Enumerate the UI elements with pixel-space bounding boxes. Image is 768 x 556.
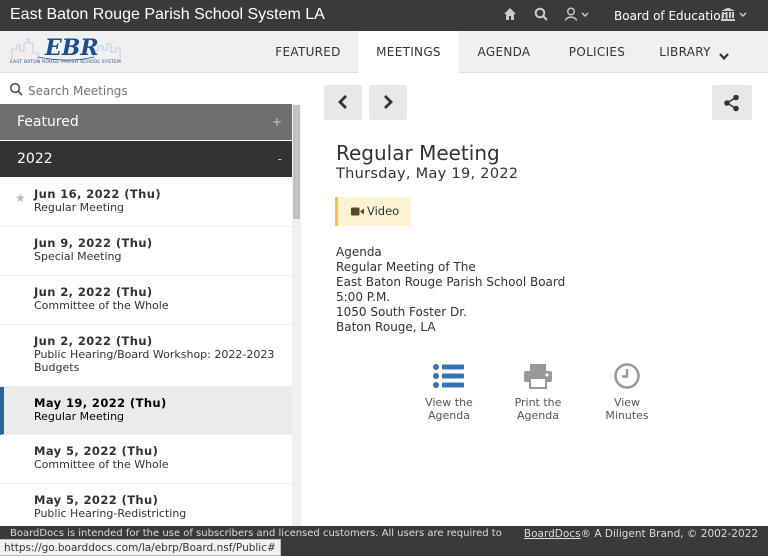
tab-meetings[interactable]: MEETINGS: [358, 31, 459, 73]
main-nav: EBR EAST BATON ROUGE PARISH SCHOOL SYSTE…: [0, 31, 768, 73]
search-bar: [0, 77, 301, 104]
video-label: Video: [367, 204, 400, 218]
search-icon: [9, 82, 23, 96]
top-bar: East Baton Rouge Parish School System LA…: [0, 0, 768, 31]
institution-icon[interactable]: [720, 7, 750, 23]
agenda-line: 5:00 P.M.: [336, 290, 391, 304]
meeting-title: Special Meeting: [34, 250, 122, 263]
list-icon: [433, 364, 464, 388]
copyright-text: ® A Diligent Brand, © 2002-2022: [580, 528, 758, 540]
tab-policies[interactable]: POLICIES: [556, 31, 638, 73]
meeting-date: Jun 2, 2022 (Thu): [34, 285, 153, 299]
clock-icon: [614, 363, 640, 389]
collapse-icon[interactable]: -: [278, 141, 282, 177]
view-agenda-button[interactable]: View the Agenda: [414, 363, 484, 422]
previous-meeting-button[interactable]: [324, 85, 362, 120]
tab-featured[interactable]: FEATURED: [264, 31, 352, 73]
user-menu-icon[interactable]: [564, 7, 592, 23]
share-icon: [724, 94, 739, 112]
meeting-list-item[interactable]: May 5, 2022 (Thu) Public Hearing-Redistr…: [0, 484, 293, 526]
meeting-title-continued: Budgets: [34, 361, 80, 374]
meeting-title: Committee of the Whole: [34, 458, 169, 471]
action-label: Minutes: [605, 409, 649, 422]
district-logo[interactable]: EBR EAST BATON ROUGE PARISH SCHOOL SYSTE…: [8, 35, 132, 69]
video-link[interactable]: Video: [335, 197, 411, 226]
meeting-title: Public Hearing/Board Workshop: 2022-2023: [34, 348, 275, 361]
next-meeting-button[interactable]: [369, 85, 407, 120]
action-label: Agenda: [428, 409, 470, 422]
meeting-title: Regular Meeting: [34, 410, 125, 423]
footer-notice: BoardDocs is intended for the use of sub…: [10, 528, 502, 539]
meeting-date: May 19, 2022 (Thu): [34, 396, 167, 410]
meeting-title: Regular Meeting: [34, 201, 125, 214]
meetings-sidebar: Featured + 2022 - ★ Jun 16, 2022 (Thu) R…: [0, 104, 301, 526]
view-minutes-button[interactable]: View Minutes: [592, 363, 662, 422]
browser-status-url: https://go.boarddocs.com/la/ebrp/Board.n…: [0, 539, 281, 556]
share-button[interactable]: [712, 85, 752, 120]
meeting-date: Jun 2, 2022 (Thu): [34, 334, 153, 348]
home-icon[interactable]: [502, 7, 518, 23]
meeting-list-item[interactable]: Jun 9, 2022 (Thu) Special Meeting: [0, 227, 293, 276]
agenda-line: 1050 South Foster Dr.: [336, 305, 467, 319]
section-label: 2022: [17, 151, 53, 167]
meeting-date: Thursday, May 19, 2022: [336, 166, 519, 182]
section-label: Featured: [17, 114, 79, 130]
meeting-list-item[interactable]: ★ Jun 16, 2022 (Thu) Regular Meeting: [0, 178, 293, 227]
meeting-date: May 5, 2022 (Thu): [34, 493, 159, 507]
footer-copyright: BoardDocs® A Diligent Brand, © 2002-2022: [524, 528, 758, 540]
action-label: View: [613, 396, 641, 409]
print-agenda-button[interactable]: Print the Agenda: [503, 363, 573, 422]
logo-mark: EBR: [45, 35, 99, 61]
meeting-list-item-selected[interactable]: May 19, 2022 (Thu) Regular Meeting: [0, 387, 293, 435]
chevron-down-icon[interactable]: [718, 47, 730, 66]
video-camera-icon: [351, 207, 364, 216]
star-icon: ★: [15, 191, 26, 205]
tab-library[interactable]: LIBRARY: [652, 31, 718, 73]
meeting-date: Jun 16, 2022 (Thu): [34, 187, 161, 201]
printer-icon: [524, 364, 552, 389]
board-selector[interactable]: Board of Education: [614, 9, 728, 23]
meeting-detail: Regular Meeting Thursday, May 19, 2022 V…: [301, 77, 768, 526]
tab-agenda[interactable]: AGENDA: [466, 31, 542, 73]
section-featured[interactable]: Featured +: [0, 104, 293, 140]
agenda-line: East Baton Rouge Parish School Board: [336, 275, 566, 289]
action-label: View the: [425, 396, 473, 409]
meeting-list-item[interactable]: Jun 2, 2022 (Thu) Committee of the Whole: [0, 276, 293, 325]
meeting-title: Regular Meeting: [336, 141, 500, 165]
logo-subtitle: EAST BATON ROUGE PARISH SCHOOL SYSTEM: [10, 60, 121, 65]
agenda-heading: Agenda: [336, 245, 382, 259]
agenda-line: Regular Meeting of The: [336, 260, 476, 274]
expand-icon[interactable]: +: [272, 104, 282, 140]
action-label: Print the: [514, 396, 562, 409]
meeting-list-item[interactable]: Jun 2, 2022 (Thu) Public Hearing/Board W…: [0, 325, 293, 387]
meeting-date: Jun 9, 2022 (Thu): [34, 236, 153, 250]
chevron-left-icon: [338, 95, 347, 109]
section-2022[interactable]: 2022 -: [0, 141, 293, 177]
search-icon[interactable]: [533, 7, 549, 23]
meeting-date: May 5, 2022 (Thu): [34, 444, 159, 458]
boarddocs-link[interactable]: BoardDocs: [524, 528, 581, 540]
action-label: Agenda: [517, 409, 559, 422]
agenda-line: Baton Rouge, LA: [336, 320, 436, 334]
sidebar-scrollbar-thumb[interactable]: [293, 105, 300, 219]
search-meetings-input[interactable]: [28, 81, 288, 100]
chevron-right-icon: [384, 95, 393, 109]
meeting-title: Committee of the Whole: [34, 299, 169, 312]
meeting-list-item[interactable]: May 5, 2022 (Thu) Committee of the Whole: [0, 435, 293, 484]
meeting-title: Public Hearing-Redistricting: [34, 507, 187, 520]
site-title[interactable]: East Baton Rouge Parish School System LA: [10, 6, 325, 24]
